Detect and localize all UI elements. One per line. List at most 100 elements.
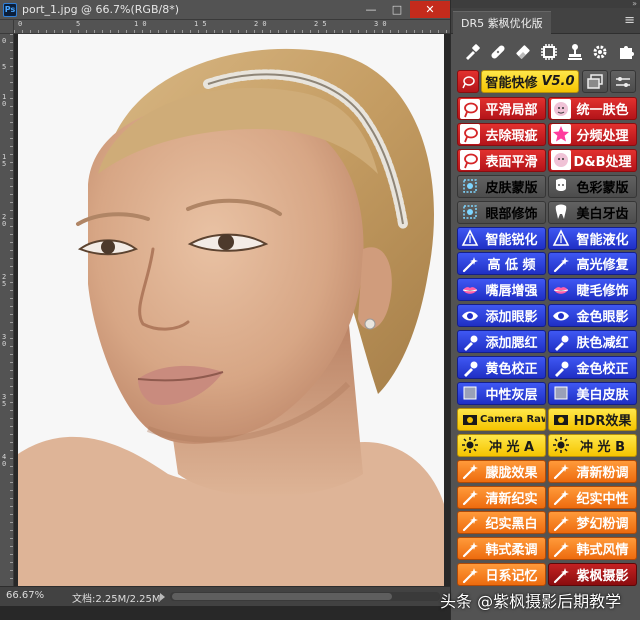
panel-button[interactable]: 添加眼影 [457, 304, 546, 328]
lasso-icon [460, 124, 480, 145]
magic-wand-icon [551, 565, 571, 585]
panel-header[interactable]: » [451, 0, 640, 8]
sliders-icon[interactable] [610, 70, 636, 93]
collapse-icon[interactable]: » [632, 0, 637, 8]
magic-wand-icon [460, 487, 480, 507]
stamp-icon[interactable] [564, 41, 586, 63]
panel-button[interactable]: 统一肤色 [548, 97, 637, 120]
panel-button[interactable]: 黄色校正 [457, 356, 546, 379]
panel-button[interactable]: 高光修复 [548, 252, 637, 276]
bandage-icon[interactable] [487, 41, 509, 63]
canvas-area[interactable] [14, 34, 450, 586]
panel-button[interactable]: 高 低 频 [457, 252, 546, 276]
close-button[interactable]: ✕ [410, 1, 450, 18]
panel-row: 嘴唇增强 睫毛修饰 [457, 278, 637, 302]
status-bar: 66.67% 文档:2.25M/2.25M [0, 586, 450, 606]
document-tab[interactable]: Ps port_1.jpg @ 66.7%(RGB/8*) — □ ✕ [0, 0, 450, 20]
sharpen-icon [551, 228, 571, 248]
panel-button[interactable]: 分频处理 [548, 122, 637, 146]
ruler-label: 5 [2, 63, 7, 71]
gear-icon[interactable] [589, 41, 611, 63]
panel-button-label: 金色校正 [576, 362, 629, 377]
portrait-illustration [18, 34, 444, 586]
panel-row: 日系记忆 紫枫摄影 [457, 563, 637, 587]
panel-button[interactable]: D&B处理 [548, 148, 637, 172]
face-mask-icon [551, 176, 571, 196]
panel-row: 黄色校正 金色校正 [457, 356, 637, 379]
panel-button[interactable]: 皮肤蒙版 [457, 174, 546, 198]
panel-button-label: 嘴唇增强 [485, 284, 538, 300]
panel-button[interactable]: 韩式柔调 [457, 537, 546, 561]
panel-button-label: 清新纪实 [485, 491, 538, 507]
panel-button[interactable]: 智能锐化 [457, 226, 546, 250]
panel-button[interactable]: HDR效果 [548, 407, 637, 431]
panel-button-label: 统一肤色 [576, 103, 629, 118]
puzzle-icon[interactable] [615, 41, 637, 63]
panel-button-label: 冲 光 A [488, 439, 535, 455]
smart-quickfix-label: 智能快修 [485, 76, 538, 91]
panel-button[interactable]: 智能液化 [548, 226, 637, 250]
panel-button-label: 梦幻粉调 [576, 517, 629, 533]
status-menu-arrow-icon[interactable] [160, 593, 165, 601]
smart-quickfix-button[interactable]: 智能快修 V5.0 [481, 70, 579, 93]
zoom-level[interactable]: 66.67% [6, 590, 44, 601]
panel-button[interactable]: 朦胧效果 [457, 459, 546, 483]
panel-button[interactable]: 金色校正 [548, 356, 637, 379]
panel-button[interactable]: 肤色减红 [548, 330, 637, 354]
sharpen-icon [460, 228, 480, 248]
panel-button[interactable]: 美白皮肤 [548, 381, 637, 405]
panel-button[interactable]: 清新纪实 [457, 485, 546, 509]
panel-button[interactable]: 表面平滑 [457, 148, 546, 172]
maximize-button[interactable]: □ [384, 1, 410, 18]
panel-button-label: 表面平滑 [485, 154, 538, 170]
panel-button[interactable]: 金色眼影 [548, 304, 637, 328]
gray-square-icon [460, 383, 480, 403]
panel-button[interactable]: 紫枫摄影 [548, 563, 637, 587]
panel-tab-dr5[interactable]: DR5 紫枫优化版 [453, 11, 551, 34]
panel-button[interactable]: 纪实黑白 [457, 511, 546, 535]
face-icon [551, 150, 571, 171]
eyedropper-icon[interactable] [461, 41, 483, 63]
panel-button[interactable]: 清新粉调 [548, 459, 637, 483]
panel-button[interactable]: 眼部修饰 [457, 200, 546, 224]
version-label: V5.0 [541, 74, 575, 89]
ruler-label: 1 5 [2, 153, 7, 168]
eye-icon [551, 306, 571, 326]
tooth-icon [551, 202, 571, 222]
eraser-icon[interactable] [512, 41, 534, 63]
scrollbar-thumb[interactable] [172, 593, 392, 600]
panel-button[interactable]: 中性灰层 [457, 381, 546, 405]
chip-icon[interactable] [538, 41, 560, 63]
vertical-ruler[interactable]: 0 5 1 0 1 5 2 0 2 5 3 0 3 5 4 0 [0, 34, 14, 586]
panel-button[interactable]: 平滑局部 [457, 97, 546, 120]
horizontal-scrollbar[interactable] [170, 592, 440, 601]
panel-button[interactable]: 纪实中性 [548, 485, 637, 509]
panel-button[interactable]: 添加腮红 [457, 330, 546, 354]
layers-icon[interactable] [582, 70, 608, 93]
ruler-corner[interactable] [0, 20, 14, 34]
minimize-button[interactable]: — [358, 1, 384, 18]
lasso-icon[interactable] [457, 70, 479, 93]
portrait-photo[interactable] [18, 34, 444, 586]
panel-menu-icon[interactable]: ≡ [624, 14, 635, 27]
panel-button[interactable]: 日系记忆 [457, 563, 546, 587]
panel-button-label: 添加腮红 [485, 336, 538, 352]
panel-button[interactable]: 韩式风情 [548, 537, 637, 561]
horizontal-ruler[interactable]: 0 5 1 0 1 5 2 0 2 5 3 0 [14, 20, 450, 34]
ruler-label: 2 0 [2, 213, 7, 228]
panel-button[interactable]: 嘴唇增强 [457, 278, 546, 302]
panel-tab-bar: DR5 紫枫优化版 ≡ [451, 8, 640, 34]
panel-button[interactable]: 冲 光 A [457, 433, 546, 457]
panel-button-label: 韩式风情 [576, 543, 629, 559]
panel-button[interactable]: Camera Raw [457, 407, 546, 431]
panel-row: 平滑局部 统一肤色 [457, 97, 637, 120]
panel-button-label: 去除瑕疵 [485, 128, 538, 144]
panel-button[interactable]: 睫毛修饰 [548, 278, 637, 302]
panel-button[interactable]: 色彩蒙版 [548, 174, 637, 198]
panel-button[interactable]: 冲 光 B [548, 433, 637, 457]
panel-row: 眼部修饰 美白牙齿 [457, 200, 637, 224]
panel-row: 中性灰层 美白皮肤 [457, 381, 637, 405]
panel-button[interactable]: 梦幻粉调 [548, 511, 637, 535]
panel-button[interactable]: 去除瑕疵 [457, 122, 546, 146]
panel-button[interactable]: 美白牙齿 [548, 200, 637, 224]
